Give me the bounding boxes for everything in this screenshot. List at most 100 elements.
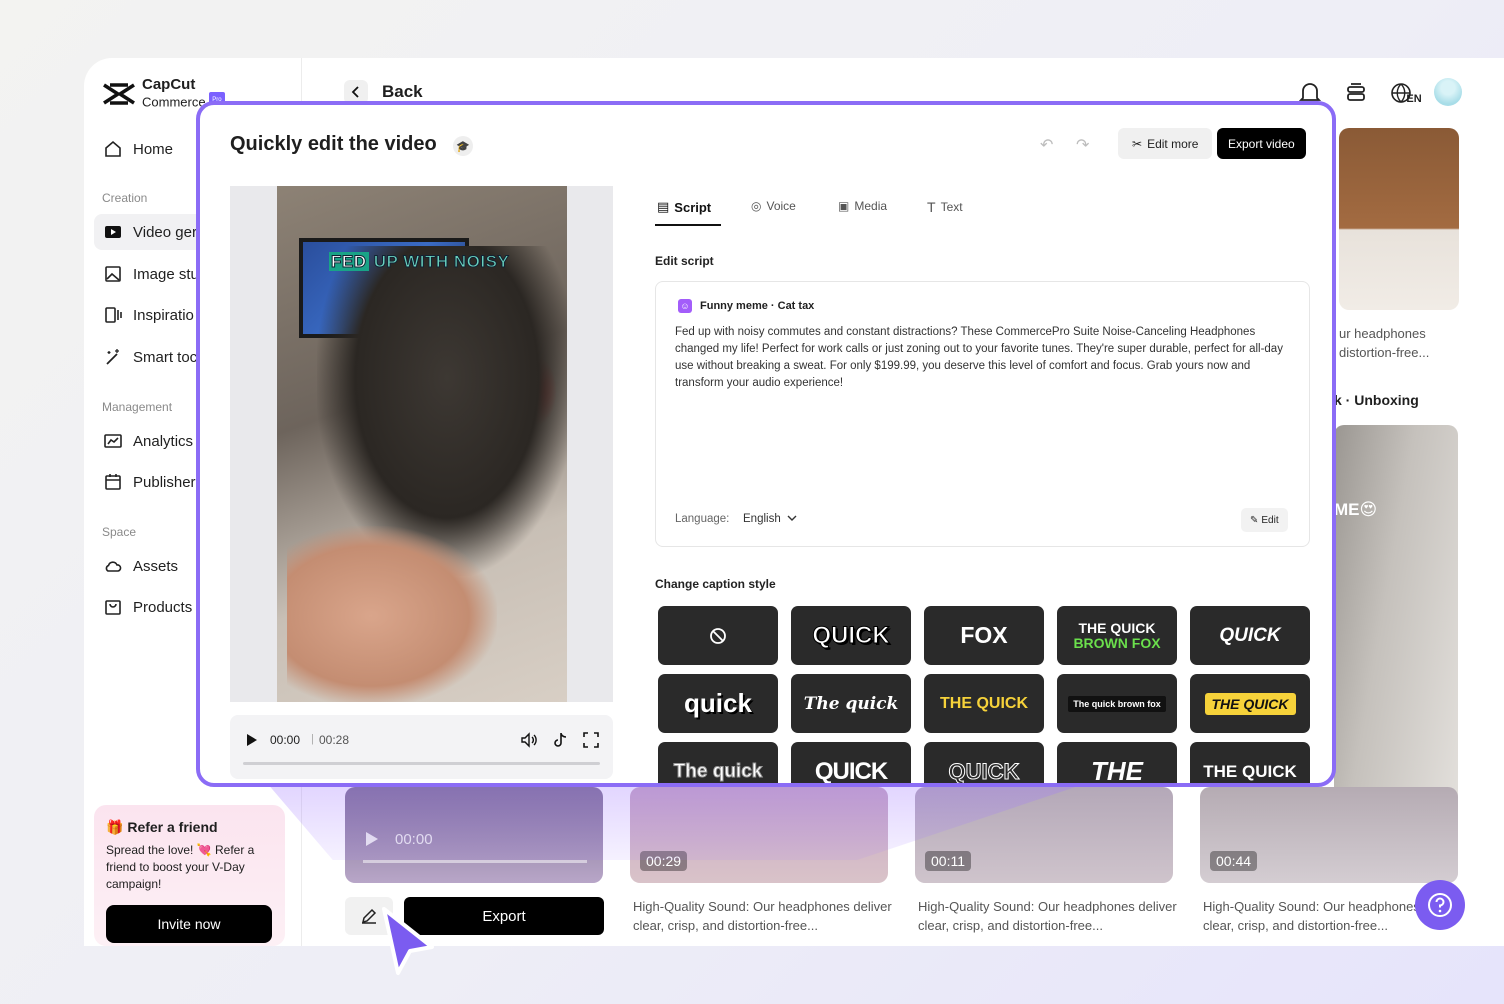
language-code: EN [1406, 93, 1422, 105]
active-tab-indicator [655, 224, 721, 226]
export-video-button[interactable]: Export video [1217, 128, 1306, 159]
caption-style-text: THE QUICK BROWN FOX [1065, 620, 1169, 651]
progress-track[interactable] [243, 762, 600, 765]
inspiration-icon [103, 305, 123, 325]
tab-text[interactable]: T Text [927, 199, 963, 215]
background-video-player[interactable]: 00:00 [345, 787, 603, 883]
language-value: English [743, 513, 781, 525]
inbox-icon[interactable] [1343, 80, 1369, 106]
background-card-caption: ur headphones distortion-free... [1339, 324, 1504, 362]
caption-style-option[interactable]: The quick [791, 674, 911, 733]
image-icon [103, 264, 123, 284]
background-player-time: 00:00 [395, 831, 433, 848]
video-player-controls: 00:00 | 00:28 [230, 715, 613, 779]
calendar-icon [103, 472, 123, 492]
sidebar-item-label: Assets [133, 557, 179, 575]
voice-icon: ◎ [751, 199, 762, 213]
script-textarea[interactable]: Fed up with noisy commutes and constant … [675, 324, 1300, 392]
sidebar-item-label: Inspiratio [133, 306, 194, 324]
background-card-caption: High-Quality Sound: Our headphones deliv… [918, 899, 1177, 933]
help-button[interactable] [1415, 880, 1465, 930]
background-video-card[interactable]: 00:29 [630, 787, 888, 883]
caption-style-option[interactable]: FOX [924, 606, 1044, 665]
refer-title: 🎁 Refer a friend [106, 819, 273, 836]
brand-name: CapCut [142, 76, 196, 93]
caption-style-option[interactable]: QUICK [791, 742, 911, 783]
tab-media[interactable]: ▣ Media [838, 199, 887, 213]
caption-style-option[interactable]: THE QUICK [924, 674, 1044, 733]
caption-style-option[interactable]: QUICK [1190, 606, 1310, 665]
caption-style-option[interactable]: THE [1057, 742, 1177, 783]
sidebar-item-label: Analytics [133, 432, 194, 450]
video-preview[interactable]: FED UP WITH NOISY [277, 186, 567, 702]
graduation-cap-icon[interactable]: 🎓 [453, 136, 473, 156]
fullscreen-icon[interactable] [582, 731, 600, 749]
tab-script[interactable]: ▤ Script [657, 199, 711, 215]
gift-icon: 🎁 [106, 819, 124, 835]
capcut-logo-icon [103, 82, 135, 105]
caption-style-option[interactable]: THE QUICK [1190, 742, 1310, 783]
caption-style-text: The quick brown fox [1068, 695, 1166, 712]
caption-style-option[interactable]: quick [658, 674, 778, 733]
tab-label: Script [674, 199, 712, 215]
video-caption-overlay: FED UP WITH NOISY [329, 252, 509, 272]
avatar[interactable] [1434, 78, 1462, 106]
play-icon[interactable] [246, 733, 258, 747]
caption-style-option[interactable]: THE QUICK [1190, 674, 1310, 733]
smile-icon: ☺ [678, 299, 692, 313]
caption-style-option[interactable]: THE QUICK BROWN FOX [1057, 606, 1177, 665]
brand-subname: Commerce [142, 94, 206, 110]
tab-label: Voice [766, 199, 796, 213]
tab-voice[interactable]: ◎ Voice [751, 199, 796, 213]
caption-style-option[interactable]: QUICK [924, 742, 1044, 783]
no-style-icon [710, 627, 726, 644]
undo-icon[interactable]: ↶ [1040, 135, 1053, 155]
invite-now-button[interactable]: Invite now [106, 905, 272, 943]
caption-highlight-word: FED [329, 252, 369, 272]
modal-title: Quickly edit the video [230, 133, 437, 155]
duration-badge: 00:11 [925, 851, 971, 871]
script-heading: ☺ Funny meme · Cat tax [678, 299, 814, 313]
caption-style-none[interactable] [658, 606, 778, 665]
background-card-caption-line: distortion-free... [1339, 345, 1430, 360]
sidebar-item-label: Video ger [133, 223, 197, 241]
analytics-icon [103, 431, 123, 451]
hand-figure [287, 526, 497, 702]
duration-badge: 00:29 [640, 851, 688, 871]
background-card-caption-line: ur headphones [1339, 326, 1426, 341]
text-icon: T [927, 199, 936, 215]
play-icon[interactable] [365, 831, 379, 847]
caption-style-option[interactable]: The quick brown fox [1057, 674, 1177, 733]
caption-style-option[interactable]: The quick [658, 742, 778, 783]
video-icon [103, 222, 123, 242]
duration-badge: 00:44 [1210, 851, 1258, 871]
sidebar-item-label: Products [133, 598, 193, 616]
volume-icon[interactable] [520, 731, 538, 749]
script-heading-text: Funny meme · Cat tax [700, 300, 815, 312]
redo-icon[interactable]: ↷ [1076, 135, 1089, 155]
background-player-progress[interactable] [363, 860, 587, 863]
background-card-overlay-text: ME😍 [1334, 500, 1378, 519]
language-select[interactable]: English [743, 513, 797, 525]
sidebar-item-label: Home [133, 140, 174, 158]
background-video-card[interactable]: 00:44 [1200, 787, 1458, 883]
edit-more-label: Edit more [1147, 136, 1199, 151]
time-separator: | [311, 733, 314, 745]
back-label[interactable]: Back [382, 82, 423, 102]
tab-label: Text [940, 200, 963, 214]
background-video-card[interactable] [1339, 128, 1459, 310]
script-edit-button[interactable]: ✎ Edit [1241, 508, 1288, 532]
background-section-title: k · Unboxing [1334, 392, 1419, 408]
language-globe-icon[interactable]: EN [1389, 80, 1423, 106]
home-icon [103, 139, 123, 159]
tiktok-icon[interactable] [551, 731, 569, 749]
bag-icon [103, 597, 123, 617]
quick-edit-modal: Quickly edit the video 🎓 ↶ ↷ ✂ Edit more… [196, 101, 1336, 787]
total-time: 00:28 [319, 733, 350, 747]
caption-style-option[interactable]: QUICK [791, 606, 911, 665]
script-editor[interactable]: ☺ Funny meme · Cat tax Fed up with noisy… [655, 281, 1310, 547]
background-video-card[interactable]: 00:11 [915, 787, 1173, 883]
edit-script-label: Edit script [655, 254, 714, 268]
edit-more-button[interactable]: ✂ Edit more [1118, 128, 1213, 159]
caption-style-label: Change caption style [655, 577, 776, 591]
